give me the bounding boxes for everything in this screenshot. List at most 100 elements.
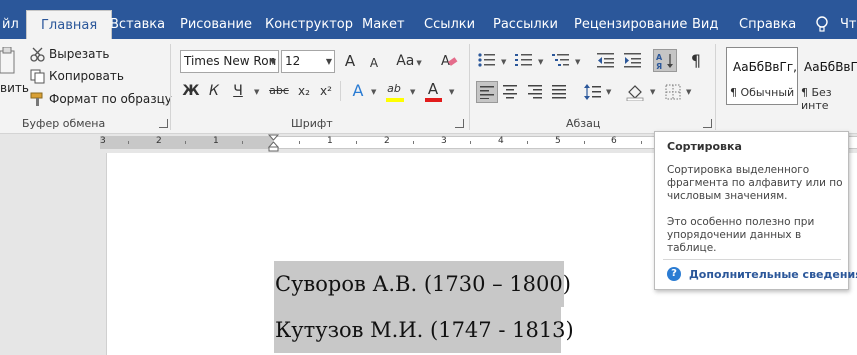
decrease-indent-icon[interactable] xyxy=(597,52,615,68)
ribbon-tab-bar: йл Главная Вставка Рисование Конструктор… xyxy=(0,0,857,39)
font-color-bar xyxy=(425,98,442,102)
chevron-down-icon[interactable]: ▼ xyxy=(538,58,543,66)
clipboard-group-label: Буфер обмена xyxy=(22,117,106,130)
superscript-icon[interactable]: x² xyxy=(316,81,336,101)
chevron-down-icon[interactable]: ▼ xyxy=(686,88,691,96)
tab-view[interactable]: Вид xyxy=(692,10,718,39)
shrink-font-icon[interactable]: A xyxy=(364,53,384,73)
underline-icon[interactable]: Ч xyxy=(228,81,248,101)
tab-references[interactable]: Ссылки xyxy=(424,10,475,39)
ruler-number: 4 xyxy=(498,136,504,146)
copy-button[interactable]: Копировать xyxy=(49,69,124,83)
sort-button[interactable]: A Я xyxy=(653,49,677,72)
tooltip-tip: Это особенно полезно при упорядочении да… xyxy=(667,216,815,254)
paragraph-group-label: Абзац xyxy=(566,117,601,130)
mini-separator xyxy=(340,81,341,101)
tab-tell-me[interactable]: Что xyxy=(840,10,857,39)
change-case-icon[interactable]: Aa ▼ xyxy=(394,51,424,71)
font-size-combo[interactable]: 12 ▼ xyxy=(281,50,335,73)
align-left-icon xyxy=(480,86,494,99)
shading-icon[interactable] xyxy=(626,83,644,101)
font-name-combo[interactable]: Times New Ron ▼ xyxy=(180,50,279,73)
scissors-icon xyxy=(30,47,45,62)
svg-text:A: A xyxy=(656,53,663,62)
cut-button[interactable]: Вырезать xyxy=(49,47,110,61)
numbering-icon[interactable] xyxy=(515,52,533,68)
tab-home[interactable]: Главная xyxy=(26,10,113,39)
ruler-number: 2 xyxy=(156,136,162,146)
justify-icon[interactable] xyxy=(552,85,567,99)
font-color-icon[interactable]: A xyxy=(423,79,443,99)
paste-icon[interactable] xyxy=(0,47,16,75)
ruler-number: 1 xyxy=(327,136,333,146)
italic-icon[interactable]: К xyxy=(204,81,224,101)
pilcrow-icon[interactable]: ¶ xyxy=(686,51,706,71)
highlight-color-bar xyxy=(386,98,404,102)
chevron-down-icon[interactable]: ▼ xyxy=(371,88,376,96)
tab-insert[interactable]: Вставка xyxy=(110,10,165,39)
clear-formatting-icon[interactable]: A xyxy=(441,52,458,69)
tab-mailings[interactable]: Рассылки xyxy=(493,10,558,39)
tab-file[interactable]: йл xyxy=(2,10,19,39)
paragraph-dialog-launcher[interactable] xyxy=(703,119,712,128)
ruler-tick xyxy=(527,141,528,144)
tooltip-more-info-link[interactable]: Дополнительные сведения xyxy=(689,268,857,281)
align-right-icon[interactable] xyxy=(528,85,543,99)
style-preview: АаБбВвГг, xyxy=(733,60,797,74)
highlight-icon[interactable]: ab xyxy=(384,79,404,99)
increase-indent-icon[interactable] xyxy=(624,52,642,68)
chevron-down-icon: ▼ xyxy=(269,57,276,66)
strikethrough-icon[interactable]: abc xyxy=(267,81,291,101)
tab-draw[interactable]: Рисование xyxy=(180,10,252,39)
align-center-icon[interactable] xyxy=(503,85,518,99)
chevron-down-icon[interactable]: ▼ xyxy=(449,88,454,96)
chevron-down-icon[interactable]: ▼ xyxy=(410,88,415,96)
font-size-value: 12 xyxy=(285,54,301,68)
grow-font-icon[interactable]: A xyxy=(340,51,360,71)
tooltip-divider xyxy=(663,259,841,260)
ruler-tick xyxy=(128,141,129,144)
clipboard-dialog-launcher[interactable] xyxy=(159,119,168,128)
text-effects-icon[interactable]: A xyxy=(348,81,368,101)
ribbon: вить Вырезать Копировать Формат по образ… xyxy=(0,39,857,134)
tab-review[interactable]: Рецензирование xyxy=(574,10,687,39)
ruler-tick xyxy=(470,141,471,144)
bold-icon[interactable]: Ж xyxy=(181,81,201,101)
lightbulb-icon[interactable] xyxy=(814,15,830,33)
bullets-icon[interactable] xyxy=(478,52,496,68)
style-normal[interactable]: АаБбВвГг, ¶ Обычный xyxy=(726,47,798,105)
indent-marker-icon[interactable] xyxy=(268,134,279,153)
chevron-down-icon[interactable]: ▼ xyxy=(254,88,259,96)
ruler-tick xyxy=(242,141,243,144)
ruler-number: 2 xyxy=(384,136,390,146)
line-spacing-icon[interactable] xyxy=(584,84,602,100)
style-name: ¶ Обычный xyxy=(730,86,795,99)
tooltip-description: Сортировка выделенного фрагмента по алфа… xyxy=(667,164,843,202)
align-left-button[interactable] xyxy=(476,81,498,103)
chevron-down-icon[interactable]: ▼ xyxy=(606,88,611,96)
document-line-2[interactable]: Кутузов М.И. (1747 - 1813) xyxy=(274,307,574,353)
borders-icon[interactable] xyxy=(665,84,681,100)
format-painter-button[interactable]: Формат по образцу xyxy=(49,92,172,106)
multilevel-list-icon[interactable] xyxy=(552,52,570,68)
font-group-label: Шрифт xyxy=(291,117,333,130)
ruler-tick xyxy=(584,141,585,144)
ruler-tick xyxy=(299,141,300,144)
tab-layout[interactable]: Макет xyxy=(362,10,405,39)
paste-button[interactable]: вить xyxy=(0,81,29,95)
ruler-tick xyxy=(185,141,186,144)
chevron-down-icon[interactable]: ▼ xyxy=(575,58,580,66)
ruler-margin-area xyxy=(100,137,273,148)
chevron-down-icon[interactable]: ▼ xyxy=(650,88,655,96)
group-separator xyxy=(170,44,171,130)
ruler-tick xyxy=(413,141,414,144)
font-dialog-launcher[interactable] xyxy=(455,119,464,128)
group-separator xyxy=(715,44,716,130)
tab-help[interactable]: Справка xyxy=(739,10,796,39)
tab-design[interactable]: Конструктор xyxy=(265,10,353,39)
style-no-spacing[interactable]: АаБбВвГ ¶ Без инте xyxy=(798,47,857,112)
document-line-1[interactable]: Суворов А.В. (1730 – 1800) xyxy=(274,261,571,307)
font-name-value: Times New Ron xyxy=(184,54,277,68)
subscript-icon[interactable]: x₂ xyxy=(294,81,314,101)
chevron-down-icon[interactable]: ▼ xyxy=(501,58,506,66)
